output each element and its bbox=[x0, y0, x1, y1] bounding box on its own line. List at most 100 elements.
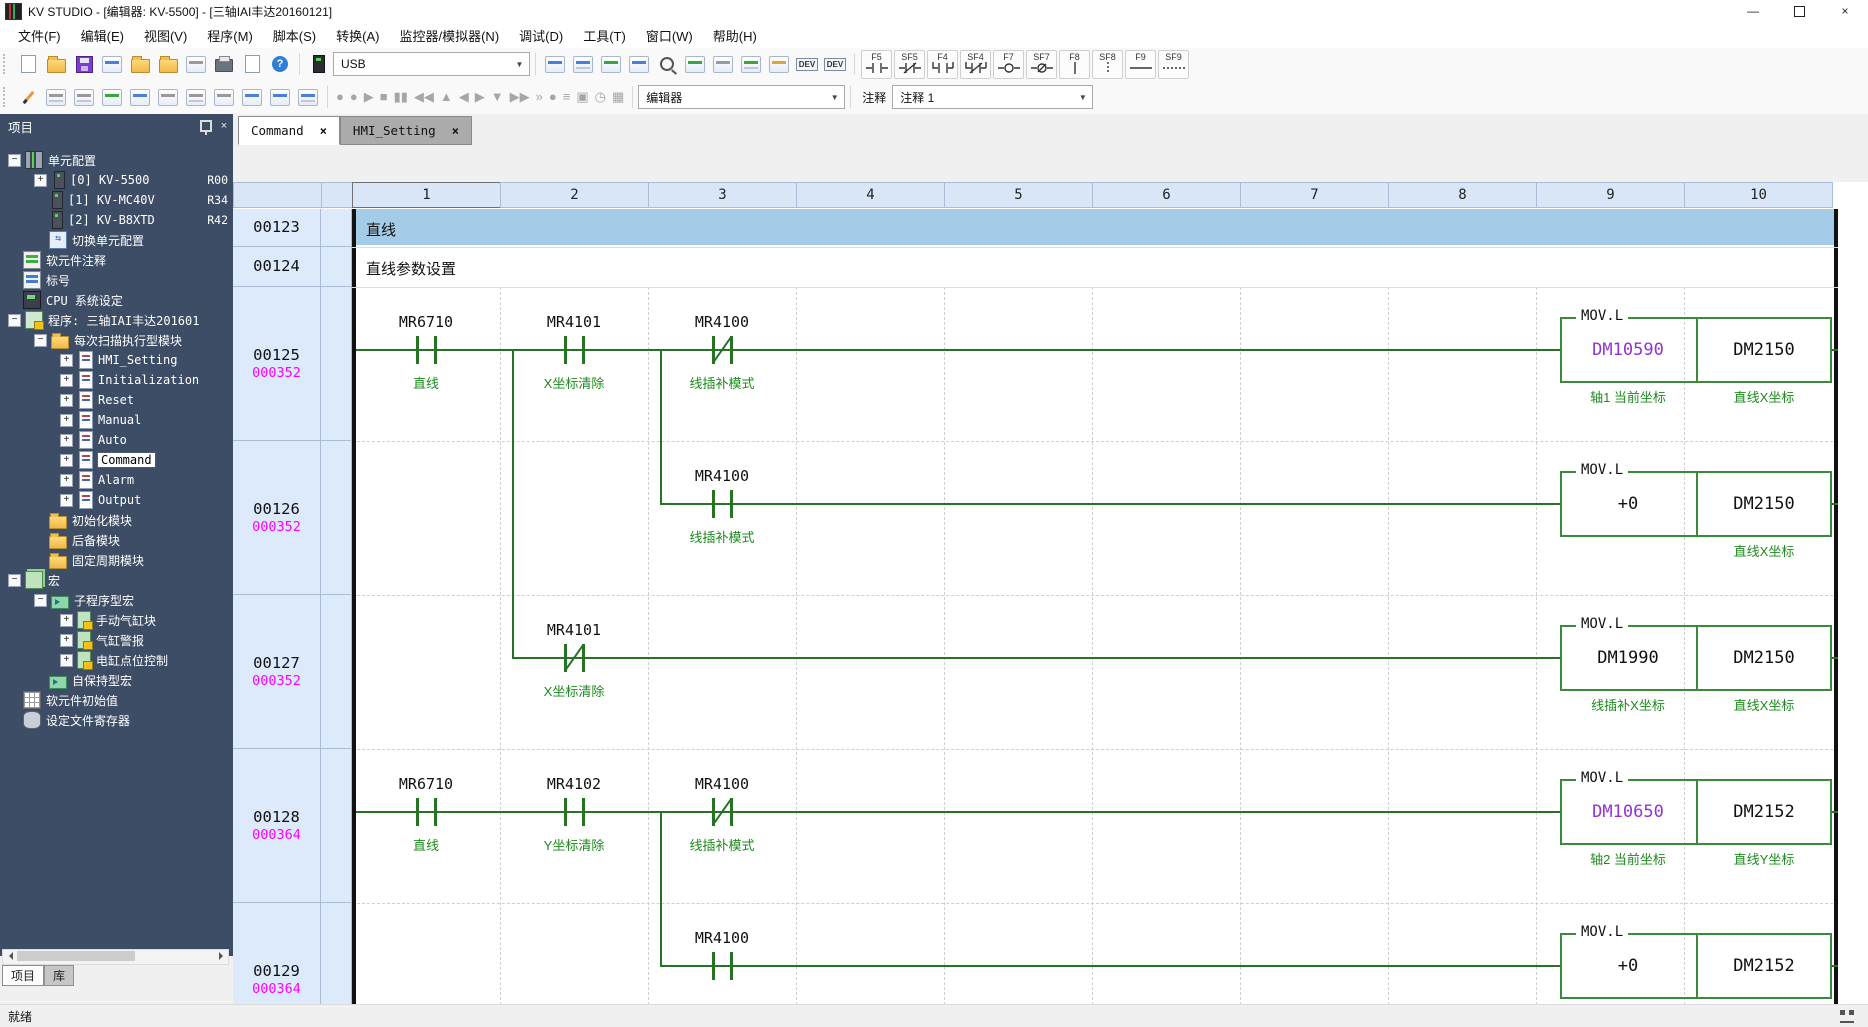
dev-monitor-icon[interactable]: DEV bbox=[823, 52, 847, 76]
fkey-f8-button[interactable]: F8 bbox=[1059, 50, 1090, 79]
fkey-sf4-button[interactable]: SF4 bbox=[960, 50, 991, 79]
tree-item-25[interactable]: +气缸警报 bbox=[0, 630, 233, 650]
new-project-icon[interactable] bbox=[16, 52, 40, 76]
capture-icon[interactable]: ● bbox=[350, 82, 358, 112]
editor-tab-command[interactable]: Command× bbox=[238, 116, 340, 145]
closed-contact[interactable] bbox=[582, 644, 585, 672]
instruction-operand-1[interactable]: +0 bbox=[1561, 935, 1695, 997]
fkey-sf7-button[interactable]: SF7 bbox=[1026, 50, 1057, 79]
mnemonic-view-icon[interactable] bbox=[184, 85, 208, 109]
edit-mode-icon[interactable] bbox=[16, 85, 40, 109]
comment-set-select[interactable]: 注释 1▼ bbox=[892, 85, 1093, 109]
stopwatch-icon[interactable]: ◷ bbox=[595, 82, 606, 112]
tree-item-17[interactable]: +Alarm bbox=[0, 470, 233, 490]
instruction-operand-1[interactable]: DM10650 bbox=[1561, 781, 1695, 843]
tree-item-20[interactable]: 后备模块 bbox=[0, 530, 233, 550]
collapse-icon[interactable]: − bbox=[34, 334, 47, 347]
tree-item-6[interactable]: 软元件注释 bbox=[0, 250, 233, 270]
open-contact[interactable] bbox=[416, 798, 419, 826]
collapse-icon[interactable]: − bbox=[8, 574, 21, 587]
close-project-icon[interactable] bbox=[184, 52, 208, 76]
device-name[interactable]: MR6710 bbox=[356, 775, 496, 793]
tree-item-4[interactable]: [2] KV-B8XTDR42 bbox=[0, 210, 233, 230]
step-back-icon[interactable]: ◀ bbox=[459, 82, 469, 112]
panel-tab-项目[interactable]: 项目 bbox=[2, 965, 44, 986]
fkey-f7-button[interactable]: F7 bbox=[993, 50, 1024, 79]
instruction-operand-2[interactable]: DM2150 bbox=[1697, 473, 1831, 535]
usb-connection-select[interactable]: USB▼ bbox=[333, 52, 530, 76]
open-contact[interactable] bbox=[582, 798, 585, 826]
rung-wire[interactable] bbox=[660, 503, 1560, 505]
breakpoint-icon[interactable]: ● bbox=[549, 82, 557, 112]
column-header-6[interactable]: 6 bbox=[1092, 182, 1241, 208]
stop-icon[interactable]: ■ bbox=[380, 82, 388, 112]
instruction-operand-1[interactable]: DM1990 bbox=[1561, 627, 1695, 689]
expand-icon[interactable]: + bbox=[60, 394, 73, 407]
expand-icon[interactable]: + bbox=[60, 494, 73, 507]
ladder-list-icon[interactable] bbox=[156, 85, 180, 109]
fkey-f5-button[interactable]: F5 bbox=[861, 50, 892, 79]
branch-wire[interactable] bbox=[512, 349, 514, 659]
expand-icon[interactable]: + bbox=[60, 374, 73, 387]
run-to-cursor-icon[interactable]: » bbox=[536, 82, 543, 112]
paste-project-icon[interactable] bbox=[156, 52, 180, 76]
menu-item-4[interactable]: 程序(M) bbox=[197, 23, 263, 48]
open-contact[interactable] bbox=[730, 952, 733, 980]
transfer-settings-icon[interactable] bbox=[543, 52, 567, 76]
simulator-icon[interactable] bbox=[711, 52, 735, 76]
pin-icon[interactable] bbox=[197, 117, 215, 135]
upload-project-icon[interactable] bbox=[128, 52, 152, 76]
device-name[interactable]: MR6710 bbox=[356, 313, 496, 331]
tab-close-icon[interactable]: × bbox=[452, 124, 459, 138]
menu-item-6[interactable]: 转换(A) bbox=[326, 23, 389, 48]
rung-wire[interactable] bbox=[660, 965, 1560, 967]
open-contact[interactable] bbox=[564, 336, 567, 364]
row-bookmark-cell[interactable] bbox=[321, 441, 352, 595]
open-contact[interactable] bbox=[712, 490, 715, 518]
closed-contact[interactable] bbox=[730, 336, 733, 364]
fkey-f4-button[interactable]: F4 bbox=[927, 50, 958, 79]
column-header-5[interactable]: 5 bbox=[944, 182, 1093, 208]
play-icon[interactable]: ▶ bbox=[364, 82, 374, 112]
open-project-icon[interactable] bbox=[44, 52, 68, 76]
tree-item-1[interactable]: −单元配置 bbox=[0, 150, 233, 170]
tree-item-22[interactable]: −宏 bbox=[0, 570, 233, 590]
row-number-cell[interactable]: 00123 bbox=[233, 209, 321, 247]
open-contact[interactable] bbox=[416, 336, 419, 364]
read-from-plc-icon[interactable] bbox=[627, 52, 651, 76]
scrollbar-thumb[interactable] bbox=[17, 951, 135, 961]
step-first-icon[interactable]: ◀◀ bbox=[414, 82, 434, 112]
grid-view-icon[interactable] bbox=[128, 85, 152, 109]
screen-register-icon[interactable] bbox=[240, 85, 264, 109]
menu-item-10[interactable]: 窗口(W) bbox=[636, 23, 703, 48]
expand-icon[interactable]: + bbox=[60, 634, 73, 647]
column-header-10[interactable]: 10 bbox=[1684, 182, 1833, 208]
instruction-operand-2[interactable]: DM2150 bbox=[1697, 627, 1831, 689]
save-project-icon[interactable] bbox=[72, 52, 96, 76]
tree-item-9[interactable]: −程序: 三轴IAI丰达201601 bbox=[0, 310, 233, 330]
collapse-icon[interactable]: − bbox=[8, 314, 21, 327]
ladder-comment-text[interactable]: 直线参数设置 bbox=[366, 258, 456, 279]
tree-item-5[interactable]: 切换单元配置 bbox=[0, 230, 233, 250]
tree-item-8[interactable]: CPU 系统设定 bbox=[0, 290, 233, 310]
device-name[interactable]: MR4102 bbox=[504, 775, 644, 793]
tree-item-11[interactable]: +HMI_Setting bbox=[0, 350, 233, 370]
row-number-cell[interactable]: 00125000352 bbox=[233, 287, 321, 441]
fkey-sf8-button[interactable]: SF8 bbox=[1092, 50, 1123, 79]
row-bookmark-cell[interactable] bbox=[321, 595, 352, 749]
pause-icon[interactable]: ▮▮ bbox=[394, 82, 408, 112]
menu-item-9[interactable]: 工具(T) bbox=[573, 23, 636, 48]
tree-item-7[interactable]: 标号 bbox=[0, 270, 233, 290]
expand-icon[interactable]: + bbox=[34, 174, 47, 187]
menu-item-5[interactable]: 脚本(S) bbox=[263, 23, 326, 48]
open-contact[interactable] bbox=[434, 798, 437, 826]
tree-item-26[interactable]: +电缸点位控制 bbox=[0, 650, 233, 670]
tree-item-16[interactable]: +Command bbox=[0, 450, 233, 470]
scroll-left-arrow[interactable] bbox=[3, 950, 17, 962]
tree-item-23[interactable]: −子程序型宏 bbox=[0, 590, 233, 610]
ladder-comment-text[interactable]: 直线 bbox=[366, 219, 396, 240]
column-header-8[interactable]: 8 bbox=[1388, 182, 1537, 208]
instruction-operand-2[interactable]: DM2152 bbox=[1697, 935, 1831, 997]
open-contact[interactable] bbox=[582, 336, 585, 364]
print-preview-icon[interactable] bbox=[240, 52, 264, 76]
